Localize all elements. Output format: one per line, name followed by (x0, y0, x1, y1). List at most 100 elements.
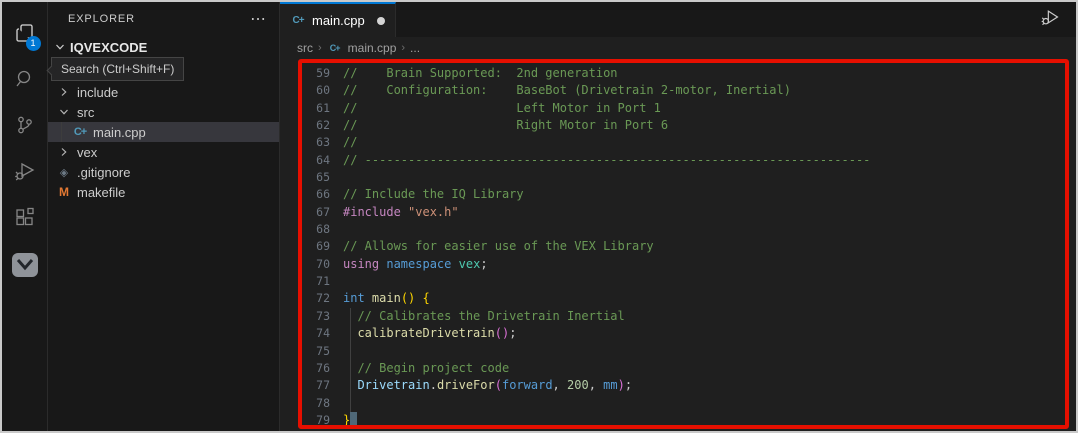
vex-icon (12, 253, 38, 277)
code-text[interactable]: // Begin project code (343, 360, 509, 377)
code-line-73[interactable]: 73 // Calibrates the Drivetrain Inertial (304, 308, 1065, 325)
line-number[interactable]: 62 (304, 117, 330, 134)
code-line-67[interactable]: 67 #include "vex.h" (304, 204, 1065, 221)
tree-item-label: main.cpp (93, 125, 146, 140)
project-name: IQVEXCODE (70, 40, 147, 55)
breadcrumb-symbol[interactable]: ... (410, 41, 420, 55)
explorer-sidebar: EXPLORER ⋯ IQVEXCODE include src C+ main.cp… (48, 2, 280, 431)
code-text[interactable]: // Configuration: BaseBot (Drivetrain 2-… (343, 82, 791, 99)
code-line-66[interactable]: 66 // Include the IQ Library (304, 186, 1065, 203)
line-number[interactable]: 79 (304, 412, 330, 429)
explorer-activity-button[interactable]: 1 (2, 12, 48, 58)
code-line-77[interactable]: 77 Drivetrain.driveFor(forward, 200, mm)… (304, 377, 1065, 394)
code-text[interactable]: int main() { (343, 290, 430, 307)
code-text[interactable]: using namespace vex; (343, 256, 488, 273)
code-line-70[interactable]: 70 using namespace vex; (304, 256, 1065, 273)
code-line-64[interactable]: 64 // -----------------------------------… (304, 152, 1065, 169)
line-number[interactable]: 75 (304, 343, 330, 360)
source-control-activity-button[interactable] (2, 104, 48, 150)
line-number[interactable]: 70 (304, 256, 330, 273)
code-line-63[interactable]: 63 // (304, 134, 1065, 151)
code-line-60[interactable]: 60 // Configuration: BaseBot (Drivetrain … (304, 82, 1065, 99)
search-activity-button[interactable] (2, 58, 48, 104)
tree-item-label: vex (77, 145, 97, 160)
breadcrumb-file[interactable]: main.cpp (348, 41, 397, 55)
code-line-61[interactable]: 61 // Left Motor in Port 1 (304, 100, 1065, 117)
code-text[interactable]: // Include the IQ Library (343, 186, 524, 203)
chevron-right-icon (56, 147, 72, 157)
line-number[interactable]: 73 (304, 308, 330, 325)
highlight-red-frame: 59 // Brain Supported: 2nd generation 60 //… (298, 59, 1069, 429)
line-number[interactable]: 74 (304, 325, 330, 342)
tab-main-cpp[interactable]: C+ main.cpp (280, 2, 396, 37)
tree-item-label: src (77, 105, 94, 120)
code-line-76[interactable]: 76 // Begin project code (304, 360, 1065, 377)
extensions-icon (13, 205, 37, 234)
code-line-78[interactable]: 78 (304, 395, 1065, 412)
code-lines: 59 // Brain Supported: 2nd generation 60 //… (304, 65, 1065, 429)
code-text[interactable]: #include "vex.h" (343, 204, 459, 221)
code-line-72[interactable]: 72 int main() { (304, 290, 1065, 307)
code-text[interactable]: calibrateDrivetrain(); (343, 325, 516, 342)
code-text[interactable]: Drivetrain.driveFor(forward, 200, mm); (343, 377, 632, 394)
activity-bar: 1 (2, 2, 48, 431)
tree-item-vex[interactable]: vex (48, 142, 279, 162)
tree-item-label: .gitignore (77, 165, 130, 180)
line-number[interactable]: 78 (304, 395, 330, 412)
tree-item-label: include (77, 85, 118, 100)
code-line-71[interactable]: 71 (304, 273, 1065, 290)
line-number[interactable]: 76 (304, 360, 330, 377)
code-line-74[interactable]: 74 calibrateDrivetrain(); (304, 325, 1065, 342)
line-number[interactable]: 77 (304, 377, 330, 394)
code-line-59[interactable]: 59 // Brain Supported: 2nd generation (304, 65, 1065, 82)
code-line-62[interactable]: 62 // Right Motor in Port 6 (304, 117, 1065, 134)
line-number[interactable]: 69 (304, 238, 330, 255)
code-text[interactable]: // Brain Supported: 2nd generation (343, 65, 618, 82)
line-number[interactable]: 64 (304, 152, 330, 169)
line-number[interactable]: 65 (304, 169, 330, 186)
code-line-69[interactable]: 69 // Allows for easier use of the VEX Li… (304, 238, 1065, 255)
line-number[interactable]: 59 (304, 65, 330, 82)
breadcrumb-src[interactable]: src (297, 41, 313, 55)
line-number[interactable]: 72 (304, 290, 330, 307)
run-or-debug-button[interactable] (1040, 7, 1060, 32)
tree-item-label: makefile (77, 185, 125, 200)
code-line-65[interactable]: 65 (304, 169, 1065, 186)
tree-item-main-cpp[interactable]: C+ main.cpp (48, 122, 279, 142)
line-number[interactable]: 66 (304, 186, 330, 203)
code-text[interactable]: } (343, 412, 357, 429)
code-text[interactable]: // Calibrates the Drivetrain Inertial (343, 308, 625, 325)
line-number[interactable]: 71 (304, 273, 330, 290)
code-text[interactable]: // (343, 134, 357, 151)
tree-item-gitignore[interactable]: ◈.gitignore (48, 162, 279, 182)
chevron-right-icon (56, 87, 72, 97)
sidebar-title: EXPLORER (68, 13, 135, 25)
search-icon (13, 67, 37, 96)
line-number[interactable]: 63 (304, 134, 330, 151)
line-number[interactable]: 68 (304, 221, 330, 238)
line-number[interactable]: 60 (304, 82, 330, 99)
cpp-file-icon: C+ (72, 126, 88, 138)
code-text[interactable]: // -------------------------------------… (343, 152, 870, 169)
source-control-icon (13, 113, 37, 142)
modified-dot-icon (377, 17, 385, 25)
breadcrumb: src › C+ main.cpp › ... (280, 37, 1076, 59)
run-debug-icon (13, 159, 37, 188)
views-more-actions-button[interactable]: ⋯ (250, 9, 267, 29)
tree-item-makefile[interactable]: Mmakefile (48, 182, 279, 202)
run-debug-activity-button[interactable] (2, 150, 48, 196)
line-number[interactable]: 61 (304, 100, 330, 117)
code-text[interactable]: // Left Motor in Port 1 (343, 100, 661, 117)
code-line-79[interactable]: 79} (304, 412, 1065, 429)
tree-item-src[interactable]: src (48, 102, 279, 122)
project-root-item[interactable]: IQVEXCODE (48, 36, 279, 58)
code-text[interactable]: // Right Motor in Port 6 (343, 117, 668, 134)
extensions-activity-button[interactable] (2, 196, 48, 242)
tree-item-include[interactable]: include (48, 82, 279, 102)
vex-extension-activity-button[interactable] (2, 242, 48, 288)
indent-guide (350, 308, 351, 412)
code-line-75[interactable]: 75 (304, 343, 1065, 360)
line-number[interactable]: 67 (304, 204, 330, 221)
code-line-68[interactable]: 68 (304, 221, 1065, 238)
code-text[interactable]: // Allows for easier use of the VEX Libr… (343, 238, 654, 255)
